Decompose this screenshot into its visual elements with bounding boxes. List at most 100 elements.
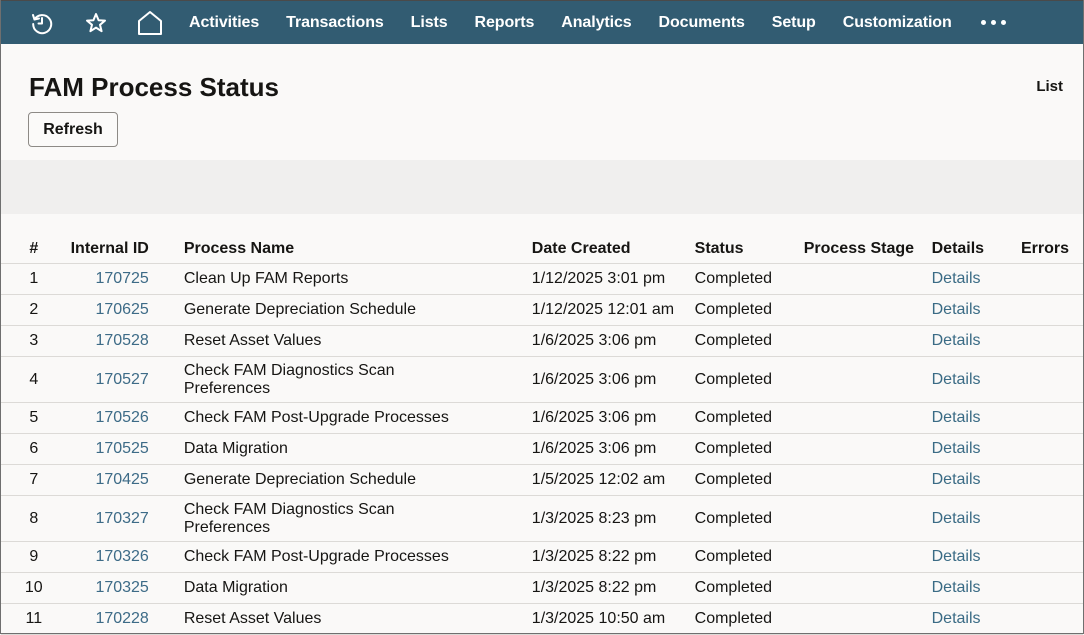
status: Completed bbox=[694, 433, 804, 465]
header-details[interactable]: Details bbox=[931, 235, 1021, 264]
details-link[interactable]: Details bbox=[931, 495, 1021, 542]
details-link[interactable]: Details bbox=[931, 433, 1021, 465]
table-row: 8 170327 Check FAM Diagnostics Scan Prefer… bbox=[1, 495, 1083, 542]
nav-reports[interactable]: Reports bbox=[475, 14, 535, 32]
table-row: 5 170526 Check FAM Post-Upgrade Processes 1… bbox=[1, 402, 1083, 434]
header-num[interactable]: # bbox=[1, 235, 67, 264]
home-icon[interactable] bbox=[137, 10, 163, 36]
internal-id-link[interactable]: 170228 bbox=[66, 603, 184, 635]
date-created: 1/12/2025 12:01 am bbox=[531, 294, 695, 326]
table-row: 6 170525 Data Migration 1/6/2025 3:06 pm Com… bbox=[1, 433, 1083, 465]
page-title: FAM Process Status bbox=[29, 72, 279, 102]
process-stage bbox=[803, 464, 932, 496]
nav-activities[interactable]: Activities bbox=[189, 14, 259, 32]
header-process-name[interactable]: Process Name bbox=[183, 235, 532, 264]
process-name: Check FAM Post-Upgrade Processes bbox=[183, 402, 532, 434]
internal-id-link[interactable]: 170526 bbox=[66, 402, 184, 434]
internal-id-link[interactable]: 170725 bbox=[66, 263, 184, 295]
row-number: 11 bbox=[1, 603, 67, 635]
errors bbox=[1020, 356, 1083, 403]
more-horizontal-icon[interactable] bbox=[980, 13, 1006, 33]
details-link[interactable]: Details bbox=[931, 325, 1021, 357]
details-link[interactable]: Details bbox=[931, 294, 1021, 326]
row-number: 1 bbox=[1, 263, 67, 295]
status: Completed bbox=[694, 541, 804, 573]
details-link[interactable]: Details bbox=[931, 572, 1021, 604]
star-icon[interactable] bbox=[83, 10, 109, 36]
status: Completed bbox=[694, 402, 804, 434]
date-created: 1/5/2025 12:02 am bbox=[531, 464, 695, 496]
table-row: 4 170527 Check FAM Diagnostics Scan Prefer… bbox=[1, 356, 1083, 403]
errors bbox=[1020, 603, 1083, 635]
internal-id-link[interactable]: 170527 bbox=[66, 356, 184, 403]
status: Completed bbox=[694, 294, 804, 326]
row-number: 4 bbox=[1, 356, 67, 403]
nav-documents[interactable]: Documents bbox=[659, 14, 745, 32]
row-number: 10 bbox=[1, 572, 67, 604]
row-number: 8 bbox=[1, 495, 67, 542]
more-dot bbox=[1000, 20, 1006, 25]
header-errors[interactable]: Errors bbox=[1020, 235, 1083, 264]
refresh-button[interactable]: Refresh bbox=[28, 112, 118, 147]
nav-setup[interactable]: Setup bbox=[772, 14, 816, 32]
date-created: 1/12/2025 3:01 pm bbox=[531, 263, 695, 295]
more-dot bbox=[980, 20, 986, 25]
nav-transactions[interactable]: Transactions bbox=[286, 14, 384, 32]
internal-id-link[interactable]: 170325 bbox=[66, 572, 184, 604]
process-stage bbox=[803, 263, 932, 295]
process-stage bbox=[803, 495, 932, 542]
table-row: 3 170528 Reset Asset Values 1/6/2025 3:06 p… bbox=[1, 325, 1083, 357]
header-process-stage[interactable]: Process Stage bbox=[803, 235, 932, 264]
status: Completed bbox=[694, 263, 804, 295]
history-icon[interactable] bbox=[29, 10, 55, 36]
errors bbox=[1020, 294, 1083, 326]
process-name: Reset Asset Values bbox=[183, 325, 532, 357]
header-internal-id[interactable]: Internal ID bbox=[66, 235, 184, 264]
details-link[interactable]: Details bbox=[931, 541, 1021, 573]
row-number: 7 bbox=[1, 464, 67, 496]
details-link[interactable]: Details bbox=[931, 356, 1021, 403]
date-created: 1/3/2025 8:22 pm bbox=[531, 541, 695, 573]
process-name: Check FAM Diagnostics Scan Preferences bbox=[183, 356, 532, 403]
internal-id-link[interactable]: 170525 bbox=[66, 433, 184, 465]
nav-analytics[interactable]: Analytics bbox=[561, 14, 631, 32]
header-date-created[interactable]: Date Created bbox=[531, 235, 695, 264]
internal-id-link[interactable]: 170326 bbox=[66, 541, 184, 573]
errors bbox=[1020, 464, 1083, 496]
process-name: Generate Depreciation Schedule bbox=[183, 294, 532, 326]
page-header: FAM Process Status List Refresh bbox=[1, 44, 1083, 160]
details-link[interactable]: Details bbox=[931, 603, 1021, 635]
details-link[interactable]: Details bbox=[931, 263, 1021, 295]
row-number: 6 bbox=[1, 433, 67, 465]
internal-id-link[interactable]: 170425 bbox=[66, 464, 184, 496]
date-created: 1/6/2025 3:06 pm bbox=[531, 402, 695, 434]
nav-lists[interactable]: Lists bbox=[411, 14, 448, 32]
process-name: Clean Up FAM Reports bbox=[183, 263, 532, 295]
date-created: 1/3/2025 8:23 pm bbox=[531, 495, 695, 542]
internal-id-link[interactable]: 170528 bbox=[66, 325, 184, 357]
errors bbox=[1020, 572, 1083, 604]
more-dot bbox=[990, 20, 996, 25]
list-link[interactable]: List bbox=[1036, 78, 1063, 95]
date-created: 1/3/2025 10:50 am bbox=[531, 603, 695, 635]
status: Completed bbox=[694, 572, 804, 604]
filter-band bbox=[1, 160, 1083, 214]
row-number: 2 bbox=[1, 294, 67, 326]
table-row: 1 170725 Clean Up FAM Reports 1/12/2025 3:0… bbox=[1, 263, 1083, 295]
internal-id-link[interactable]: 170625 bbox=[66, 294, 184, 326]
process-name: Check FAM Post-Upgrade Processes bbox=[183, 541, 532, 573]
process-stage bbox=[803, 325, 932, 357]
errors bbox=[1020, 325, 1083, 357]
details-link[interactable]: Details bbox=[931, 402, 1021, 434]
header-status[interactable]: Status bbox=[694, 235, 804, 264]
table-row: 7 170425 Generate Depreciation Schedule 1/5… bbox=[1, 464, 1083, 496]
table-row: 11 170228 Reset Asset Values 1/3/2025 10:50… bbox=[1, 603, 1083, 635]
details-link[interactable]: Details bbox=[931, 464, 1021, 496]
errors bbox=[1020, 402, 1083, 434]
errors bbox=[1020, 541, 1083, 573]
process-stage bbox=[803, 294, 932, 326]
row-number: 3 bbox=[1, 325, 67, 357]
internal-id-link[interactable]: 170327 bbox=[66, 495, 184, 542]
date-created: 1/6/2025 3:06 pm bbox=[531, 325, 695, 357]
nav-customization[interactable]: Customization bbox=[843, 14, 952, 32]
